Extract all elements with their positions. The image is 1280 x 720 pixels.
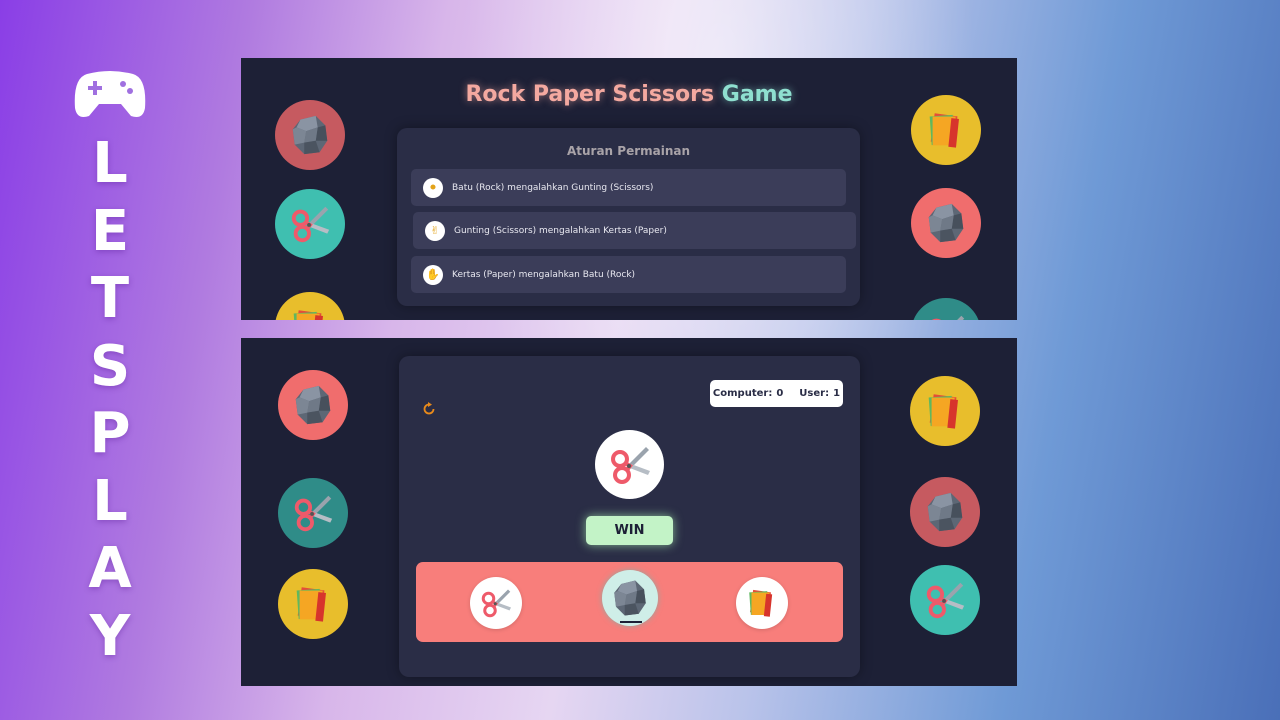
choice-rock-button[interactable] <box>602 570 658 626</box>
computer-score-label: Computer: <box>712 388 773 399</box>
computer-score-value: 0 <box>776 388 784 399</box>
choice-paper-button[interactable] <box>736 577 788 629</box>
victory-hand-icon: ✌ <box>425 220 445 241</box>
paper-icon <box>744 585 780 621</box>
choice-scissors-button[interactable] <box>470 577 522 629</box>
paper-icon <box>910 376 980 446</box>
rule-item: ✌ Gunting (Scissors) mengalahkan Kertas … <box>413 212 856 249</box>
rule-text: Gunting (Scissors) mengalahkan Kertas (P… <box>454 225 667 236</box>
rule-item: ✋ Kertas (Paper) mengalahkan Batu (Rock) <box>411 256 846 293</box>
letter: E <box>90 198 130 264</box>
choice-bar <box>416 562 843 642</box>
paper-icon <box>278 569 348 639</box>
letter: L <box>92 131 128 196</box>
rule-item: ⚫ Batu (Rock) mengalahkan Gunting (Sciss… <box>411 169 846 206</box>
scissors-icon <box>910 565 980 635</box>
letsplay-banner: L E T S P L A Y <box>62 68 158 670</box>
rock-icon <box>275 100 345 170</box>
scissors-icon <box>275 189 345 259</box>
user-score-value: 1 <box>833 388 841 399</box>
game-card: Computer: 0 User: 1 WIN <box>399 356 860 677</box>
scissors-icon <box>606 441 654 489</box>
title-part1: Rock Paper Scissors <box>465 82 715 107</box>
rule-text: Kertas (Paper) mengalahkan Batu (Rock) <box>452 269 636 280</box>
scissors-icon <box>911 298 981 320</box>
letsplay-letters: L E T S P L A Y <box>62 130 158 670</box>
letter: P <box>89 401 131 466</box>
rock-icon <box>910 477 980 547</box>
letter: L <box>92 468 128 534</box>
fist-icon: ⚫ <box>423 177 443 198</box>
scissors-icon <box>478 585 514 621</box>
scissors-icon <box>278 478 348 548</box>
letter: A <box>88 536 132 601</box>
rules-screenshot-panel: Rock Paper Scissors Game Aturan Permaina… <box>241 58 1017 320</box>
selected-indicator <box>620 621 642 623</box>
rock-icon <box>911 188 981 258</box>
page-title: Rock Paper Scissors Game <box>241 82 1017 107</box>
paper-icon <box>275 292 345 320</box>
user-score-label: User: <box>799 388 830 399</box>
letter: T <box>90 266 130 331</box>
rock-icon <box>278 370 348 440</box>
rule-text: Batu (Rock) mengalahkan Gunting (Scissor… <box>452 182 654 193</box>
open-hand-icon: ✋ <box>423 264 443 285</box>
rules-card: Aturan Permainan ⚫ Batu (Rock) mengalahk… <box>397 128 860 306</box>
letter: Y <box>89 603 131 669</box>
gamepad-icon <box>74 71 146 117</box>
refresh-icon[interactable] <box>421 401 437 417</box>
result-badge: WIN <box>586 516 673 545</box>
title-part2: Game <box>721 82 793 107</box>
rock-icon <box>609 577 651 619</box>
rules-heading: Aturan Permainan <box>566 144 691 158</box>
letter: S <box>89 333 131 399</box>
score-board: Computer: 0 User: 1 <box>710 380 843 407</box>
game-screenshot-panel: Computer: 0 User: 1 WIN <box>241 338 1017 686</box>
result-choice <box>595 430 664 499</box>
